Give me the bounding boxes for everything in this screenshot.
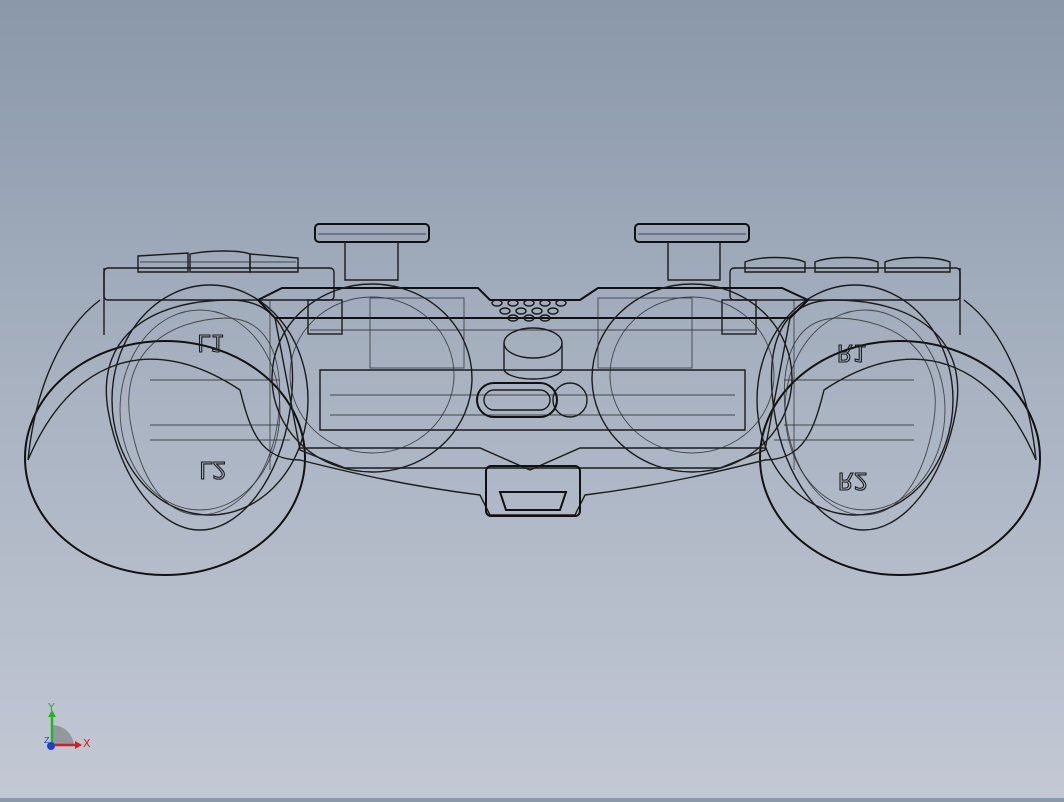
- headset-jack: [476, 382, 588, 418]
- left-shoulder-buttons: [103, 250, 335, 301]
- r1-label: R1: [837, 339, 868, 365]
- r2-label: R2: [838, 467, 869, 493]
- z-axis-label: Z: [44, 736, 50, 745]
- micro-usb-port: [485, 465, 581, 517]
- left-grip: [24, 268, 309, 576]
- controller-wireframe[interactable]: L1 L2 R1 R2 X Y Z: [0, 0, 1064, 798]
- ps-button: [503, 327, 563, 380]
- central-body: [256, 287, 810, 516]
- x-axis-label: X: [83, 737, 91, 750]
- l2-label: L2: [199, 456, 226, 482]
- cad-graphics-viewport[interactable]: L1 L2 R1 R2 X Y Z: [0, 0, 1064, 798]
- l1-label: L1: [197, 329, 224, 355]
- right-shoulder-buttons: [729, 256, 961, 301]
- y-axis-label: Y: [47, 701, 55, 714]
- coordinate-triad: X Y Z: [44, 701, 91, 750]
- right-grip: [756, 268, 1041, 576]
